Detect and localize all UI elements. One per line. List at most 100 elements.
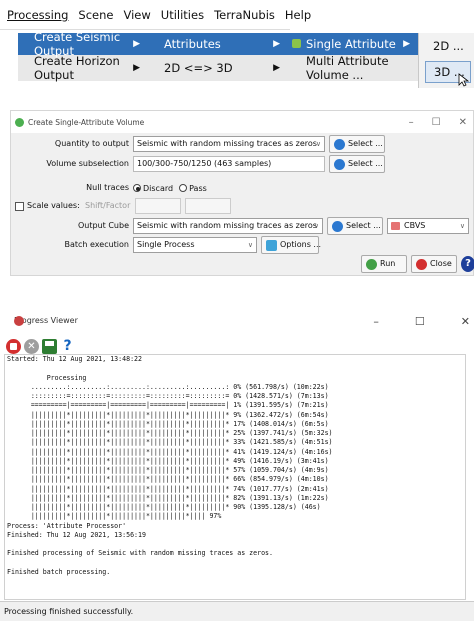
progress-viewer-titlebar: Progress Viewer [14,310,78,332]
radio-pass-label: Pass [189,183,207,193]
log-line: Finished batch processing. [7,567,111,576]
help-icon[interactable]: ? [60,338,75,354]
output-cube-select[interactable]: Seismic with random missing traces as ze… [133,218,323,234]
button-label: Select ... [348,159,383,168]
menu-processing[interactable]: Processing [2,4,73,26]
menu-item-create-seismic-output[interactable]: Create Seismic Output ▶ [18,30,148,58]
button-label: Close [430,259,452,268]
menu-scene[interactable]: Scene [73,4,118,26]
options-button[interactable]: Options ... [261,236,322,254]
factor-field[interactable] [185,198,231,214]
menu-item-label: 2D ... [433,39,464,53]
menu-utilities[interactable]: Utilities [156,4,209,26]
chevron-down-icon: ∨ [315,140,321,148]
maximize-button[interactable]: ☐ [415,315,425,328]
log-line: |||||||||*|||||||||*|||||||||*|||||||||*… [7,503,321,511]
log-line: |||||||||*|||||||||*|||||||||*|||||||||*… [7,447,333,456]
menu-item-2d[interactable]: 2D ... [425,35,471,57]
close-window-button[interactable]: ✕ [461,315,470,328]
menu-terranubis[interactable]: TerraNubis [209,4,280,26]
app-icon [15,117,24,127]
chevron-down-icon: ∨ [313,222,319,230]
select-icon [332,221,343,232]
output-select-button[interactable]: Select ... [327,217,383,235]
menu-view[interactable]: View [118,4,155,26]
log-line: |||||||||*|||||||||*|||||||||*|||||||||*… [7,429,333,437]
help-button[interactable]: ? [461,256,474,272]
minimize-button[interactable]: – [409,117,414,128]
status-bar: Processing finished successfully. [0,601,474,621]
button-label: Select ... [346,221,381,230]
menu-item-2d-3d[interactable]: 2D <=> 3D ▶ [148,57,288,79]
output-cube-value: Seismic with random missing traces as ze… [137,221,317,230]
select-icon [334,159,345,170]
menu-item-create-horizon-output[interactable]: Create Horizon Output ▶ [18,54,148,82]
create-single-attribute-volume-dialog: Create Single-Attribute Volume – ☐ ✕ Qua… [10,110,474,276]
close-window-button[interactable]: ✕ [459,117,467,128]
stop-icon[interactable] [6,338,21,354]
run-button[interactable]: Run [361,255,407,273]
button-label: Select ... [348,139,383,148]
status-text: Processing finished successfully. [4,607,134,616]
menu-bar: Processing Scene View Utilities TerraNub… [0,0,311,30]
attributes-menu: Single Attribute ▶ Multi Attribute Volum… [288,33,418,82]
batch-execution-select[interactable]: Single Process ∨ [133,237,257,253]
cbvs-icon [391,222,400,230]
quantity-select-button[interactable]: Select ... [329,135,385,153]
menu-help[interactable]: Help [280,4,316,26]
log-line: Processing [7,373,87,382]
subselection-label: Volume subselection [46,159,129,168]
minimize-button[interactable]: – [373,315,379,328]
select-icon [334,139,345,150]
submenu-arrow-icon: ▶ [273,39,280,49]
single-attribute-menu: 2D ... 3D ... [418,33,474,88]
quantity-select[interactable]: Seismic with random missing traces as ze… [133,136,325,152]
output-cube-label: Output Cube [78,221,129,230]
gear-icon [266,240,277,251]
processing-menu: Create Seismic Output ▶ Create Horizon O… [18,30,148,82]
seismic-output-menu: Attributes ▶ 2D <=> 3D ▶ [148,33,288,81]
menu-item-attributes[interactable]: Attributes ▶ [148,33,288,55]
log-line: |||||||||*|||||||||*|||||||||*|||||||||*… [7,419,329,428]
log-line: |||||||||*|||||||||*|||||||||*|||||||||*… [7,475,329,484]
progress-viewer-window: Progress Viewer – ☐ ✕ ✕ ? Started: Thu 1… [0,310,474,621]
single-attribute-icon [292,39,301,48]
log-line: Finished: Thu 12 Aug 2021, 13:56:19 [7,530,146,539]
submenu-arrow-icon: ▶ [133,63,140,73]
subselection-field[interactable]: 100/300-750/1250 (463 samples) [133,156,325,172]
log-line: |||||||||*|||||||||*|||||||||*|||||||||*… [7,410,329,419]
chevron-down-icon: ∨ [459,222,465,230]
menu-item-label: 2D <=> 3D [164,61,233,75]
cancel-icon[interactable]: ✕ [24,338,39,354]
shift-field[interactable] [135,198,181,214]
close-button[interactable]: Close [411,255,457,273]
batch-execution-label: Batch execution [64,240,129,249]
radio-discard[interactable] [133,184,141,192]
format-value: CBVS [404,221,426,230]
app-icon [14,316,24,326]
quantity-value: Seismic with random missing traces as ze… [137,139,317,148]
subselection-select-button[interactable]: Select ... [329,155,385,173]
save-icon[interactable] [42,338,57,354]
radio-discard-label: Discard [143,183,174,193]
log-line: Finished processing of Seismic with rand… [7,549,273,558]
mouse-cursor-icon [458,73,469,87]
dialog-title: Create Single-Attribute Volume [28,117,145,127]
log-line: |||||||||*|||||||||*|||||||||*|||||||||*… [7,466,329,474]
menu-item-label: Create Horizon Output [34,54,120,82]
menu-item-single-attribute[interactable]: Single Attribute ▶ [288,33,418,55]
menu-item-multi-attribute-volume[interactable]: Multi Attribute Volume ... [288,54,418,82]
help-icon: ? [465,258,471,269]
progress-log[interactable]: Started: Thu 12 Aug 2021, 13:48:22 Proce… [4,354,466,600]
scale-values-checkbox[interactable] [15,202,24,211]
submenu-arrow-icon: ▶ [403,39,410,49]
button-label: Options ... [280,240,322,249]
radio-pass[interactable] [179,184,188,192]
null-traces-options: Discard Pass [133,179,207,197]
quantity-label: Quantity to output [54,139,129,148]
maximize-button[interactable]: ☐ [432,117,441,128]
button-label: Run [380,259,396,268]
format-select[interactable]: CBVS ∨ [387,218,469,234]
